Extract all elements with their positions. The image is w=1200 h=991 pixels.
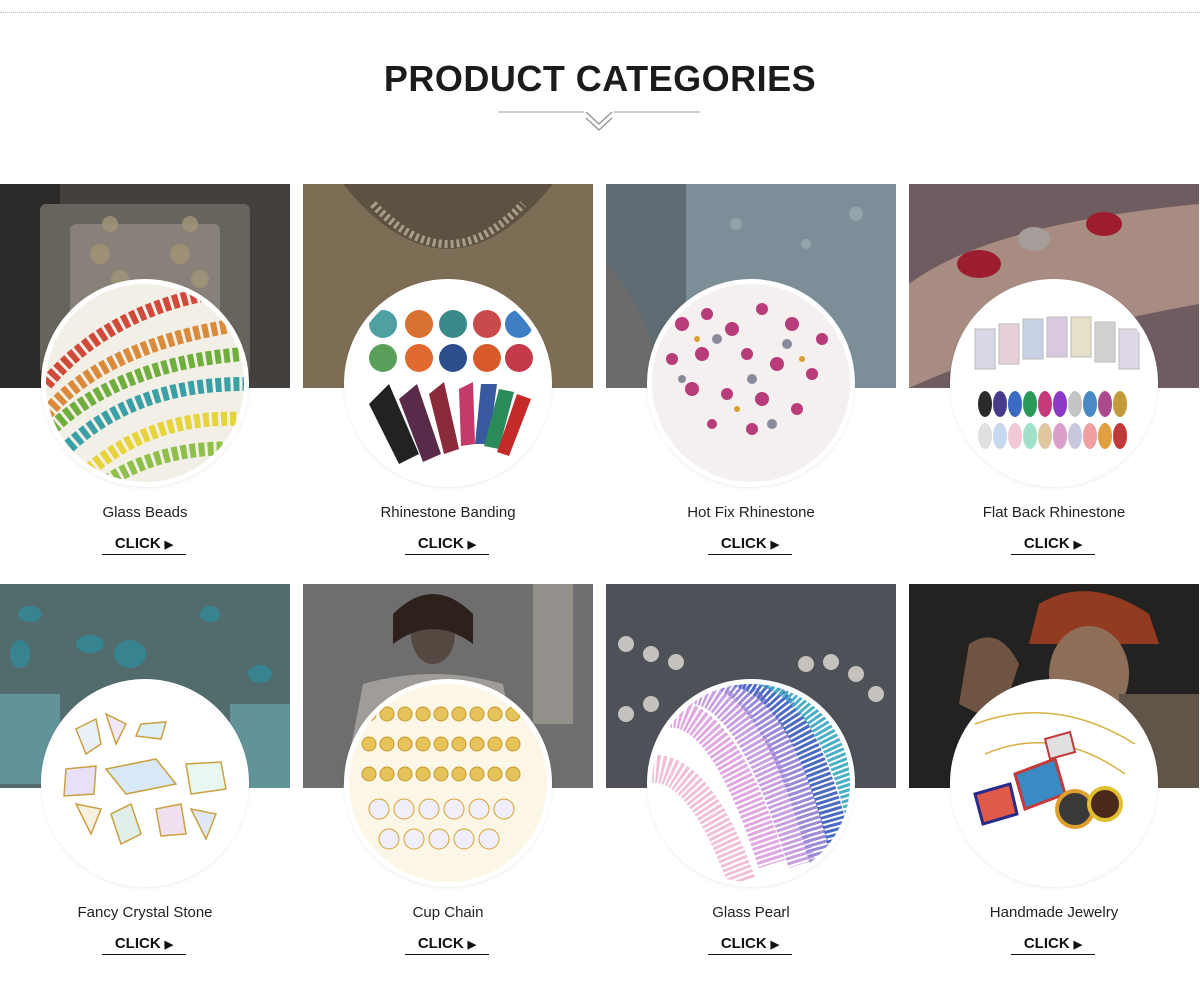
category-card-hot-fix-rhinestone[interactable]: Hot Fix Rhinestone CLICK ▶ bbox=[606, 184, 896, 559]
top-dotted-rule bbox=[0, 12, 1200, 13]
category-card-handmade-jewelry[interactable]: Handmade Jewelry CLICK ▶ bbox=[909, 584, 1199, 959]
click-label: CLICK bbox=[417, 535, 464, 552]
click-button[interactable]: CLICK ▶ bbox=[708, 935, 792, 955]
category-label: Glass Pearl bbox=[712, 904, 790, 921]
click-button[interactable]: CLICK ▶ bbox=[1011, 935, 1095, 955]
click-label: CLICK bbox=[720, 535, 767, 552]
play-triangle-icon: ▶ bbox=[164, 539, 174, 551]
rhinestone-banding-image bbox=[344, 279, 552, 487]
click-label: CLICK bbox=[720, 935, 767, 952]
page-title: PRODUCT CATEGORIES bbox=[383, 58, 817, 99]
category-label: Hot Fix Rhinestone bbox=[687, 504, 815, 521]
category-label: Fancy Crystal Stone bbox=[77, 904, 213, 921]
click-label: CLICK bbox=[114, 535, 161, 552]
fancy-crystal-stone-image bbox=[41, 679, 249, 887]
play-triangle-icon: ▶ bbox=[770, 939, 780, 951]
click-button[interactable]: CLICK ▶ bbox=[708, 535, 792, 555]
handmade-jewelry-image bbox=[950, 679, 1158, 887]
category-card-glass-pearl[interactable]: Glass Pearl CLICK ▶ bbox=[606, 584, 896, 959]
double-chevron-down-icon bbox=[498, 104, 700, 136]
click-button[interactable]: CLICK ▶ bbox=[405, 935, 489, 955]
click-label: CLICK bbox=[1023, 935, 1070, 952]
play-triangle-icon: ▶ bbox=[770, 539, 780, 551]
click-button[interactable]: CLICK ▶ bbox=[1011, 535, 1095, 555]
play-triangle-icon: ▶ bbox=[1073, 539, 1083, 551]
hot-fix-rhinestone-image bbox=[647, 279, 855, 487]
cup-chain-image bbox=[344, 679, 552, 887]
category-card-fancy-crystal-stone[interactable]: Fancy Crystal Stone CLICK ▶ bbox=[0, 584, 290, 959]
category-card-cup-chain[interactable]: Cup Chain CLICK ▶ bbox=[303, 584, 593, 959]
category-label: Handmade Jewelry bbox=[989, 904, 1119, 921]
category-card-rhinestone-banding[interactable]: Rhinestone Banding CLICK ▶ bbox=[303, 184, 593, 559]
glass-beads-image bbox=[41, 279, 249, 487]
flat-back-rhinestone-image bbox=[950, 279, 1158, 487]
glass-pearl-image bbox=[647, 679, 855, 887]
click-button[interactable]: CLICK ▶ bbox=[405, 535, 489, 555]
category-label: Cup Chain bbox=[412, 904, 484, 921]
play-triangle-icon: ▶ bbox=[467, 539, 477, 551]
category-card-glass-beads[interactable]: Glass Beads CLICK ▶ bbox=[0, 184, 290, 559]
category-label: Glass Beads bbox=[102, 504, 188, 521]
play-triangle-icon: ▶ bbox=[1073, 939, 1083, 951]
click-button[interactable]: CLICK ▶ bbox=[102, 535, 186, 555]
click-label: CLICK bbox=[114, 935, 161, 952]
click-label: CLICK bbox=[1023, 535, 1070, 552]
category-card-flat-back-rhinestone[interactable]: Flat Back Rhinestone CLICK ▶ bbox=[909, 184, 1199, 559]
play-triangle-icon: ▶ bbox=[467, 939, 477, 951]
category-label: Rhinestone Banding bbox=[380, 504, 516, 521]
click-button[interactable]: CLICK ▶ bbox=[102, 935, 186, 955]
category-label: Flat Back Rhinestone bbox=[982, 504, 1126, 521]
play-triangle-icon: ▶ bbox=[164, 939, 174, 951]
click-label: CLICK bbox=[417, 935, 464, 952]
